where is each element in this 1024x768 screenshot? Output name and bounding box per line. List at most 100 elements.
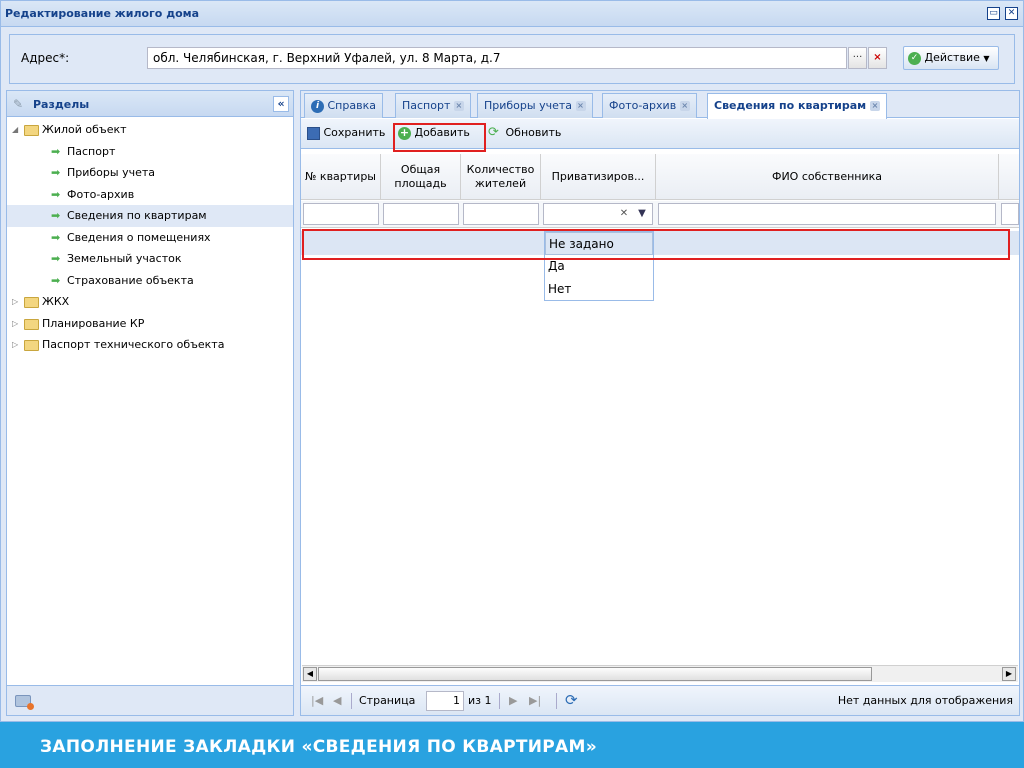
content-panel: i Справка Паспорт × Приборы учета × Фото…: [300, 90, 1020, 716]
apartment-number-filter[interactable]: [303, 203, 379, 225]
save-button[interactable]: Сохранить: [304, 124, 388, 144]
row-highlight: [302, 229, 1010, 260]
tree-node-repair-planning[interactable]: ▷ Планирование КР: [7, 313, 293, 335]
refresh-icon: ⟳: [488, 124, 499, 140]
folder-icon: [24, 318, 39, 330]
tree-node-insurance[interactable]: ➡ Страхование объекта: [7, 270, 293, 292]
tree-node-meters[interactable]: ➡ Приборы учета: [7, 162, 293, 184]
prev-page-icon[interactable]: ◀: [333, 694, 341, 707]
page-number-input[interactable]: 1: [426, 691, 464, 711]
horizontal-scrollbar[interactable]: ◀ ▶: [302, 665, 1018, 682]
close-tab-icon[interactable]: ×: [869, 101, 880, 111]
check-icon: ✓: [908, 51, 921, 65]
expanded-arrow-icon[interactable]: ◢: [12, 119, 22, 140]
total-area-filter[interactable]: [383, 203, 459, 225]
filter-row: ✕ ▼: [301, 201, 1019, 228]
next-page-icon[interactable]: ▶: [509, 694, 517, 707]
action-button[interactable]: ✓ Действие ▼: [903, 46, 999, 70]
chevron-down-icon[interactable]: ▼: [633, 204, 651, 224]
tree-node-label: ЖКХ: [42, 295, 70, 308]
tree-node-land-plot[interactable]: ➡ Земельный участок: [7, 248, 293, 270]
close-button[interactable]: ✕: [1005, 7, 1018, 20]
green-arrow-icon: ➡: [51, 252, 61, 265]
maximize-button[interactable]: ▭: [987, 7, 1000, 20]
tab-label: Фото-архив: [609, 99, 677, 112]
tab-photo-archive[interactable]: Фото-архив ×: [602, 93, 697, 118]
action-button-label: Действие: [924, 51, 980, 64]
close-tab-icon[interactable]: ×: [453, 101, 464, 111]
privatized-filter-combo[interactable]: ✕ ▼: [543, 203, 653, 225]
window-title: Редактирование жилого дома: [5, 7, 200, 20]
edit-house-window: Редактирование жилого дома ▭ ✕ Адрес*: о…: [0, 0, 1024, 722]
address-field[interactable]: обл. Челябинская, г. Верхний Уфалей, ул.…: [147, 47, 847, 69]
column-header-owner-name[interactable]: ФИО собственника: [656, 154, 999, 200]
tree-node-label: Сведения о помещениях: [67, 230, 211, 244]
tree-node-passport[interactable]: ➡ Паспорт: [7, 141, 293, 163]
residents-count-filter[interactable]: [463, 203, 539, 225]
green-arrow-icon: ➡: [51, 187, 61, 201]
save-button-label: Сохранить: [323, 126, 386, 139]
sections-tree: ◢ Жилой объект ➡ Паспорт ➡ Приборы учета…: [7, 119, 293, 356]
address-select-button[interactable]: ···: [848, 47, 867, 69]
tab-passport[interactable]: Паспорт ×: [395, 93, 471, 118]
scroll-right-icon[interactable]: ▶: [1002, 667, 1016, 681]
owner-name-filter[interactable]: [658, 203, 996, 225]
clear-filter-icon[interactable]: ✕: [615, 204, 633, 224]
window-titlebar: Редактирование жилого дома ▭ ✕: [1, 1, 1023, 27]
floppy-disk-icon: [307, 126, 320, 140]
refresh-icon[interactable]: ⟳: [565, 691, 578, 709]
folder-icon: [24, 340, 39, 351]
option-no[interactable]: Нет: [545, 278, 653, 301]
banner-title: ЗАПОЛНЕНИЕ ЗАКЛАДКИ «СВЕДЕНИЯ ПО КВАРТИР…: [40, 737, 597, 757]
column-header-privatized[interactable]: Приватизиров...: [541, 154, 656, 200]
pager-status: Нет данных для отображения: [837, 694, 1013, 707]
refresh-button[interactable]: ⟳ Обновить: [485, 124, 564, 144]
green-arrow-icon: ➡: [51, 230, 61, 244]
page-count-label: из 1: [468, 694, 492, 707]
tree-node-housing[interactable]: ▷ ЖКХ: [7, 291, 293, 313]
tree-node-label: Паспорт технического объекта: [42, 338, 225, 351]
close-tab-icon[interactable]: ×: [575, 101, 586, 111]
sections-icon: ✎: [13, 97, 24, 111]
address-label: Адрес*:: [21, 51, 70, 65]
tree-node-residential-object[interactable]: ◢ Жилой объект: [7, 119, 293, 141]
tab-label: Паспорт: [402, 99, 451, 112]
slide-banner: ЗАПОЛНЕНИЕ ЗАКЛАДКИ «СВЕДЕНИЯ ПО КВАРТИР…: [0, 722, 1024, 768]
collapsed-arrow-icon[interactable]: ▷: [12, 334, 22, 355]
collapse-panel-button[interactable]: «: [273, 96, 289, 112]
tree-node-premises-info[interactable]: ➡ Сведения о помещениях: [7, 227, 293, 249]
tab-apartments-info[interactable]: Сведения по квартирам ×: [707, 93, 887, 119]
collapsed-arrow-icon[interactable]: ▷: [12, 313, 22, 334]
close-tab-icon[interactable]: ×: [679, 101, 690, 111]
tree-node-label: Жилой объект: [42, 123, 127, 136]
sections-header: ✎ Разделы «: [7, 91, 293, 117]
pager: |◀ ◀ Страница 1 из 1 ▶ ▶| ⟳ Нет данных д…: [301, 685, 1019, 715]
folder-icon: [24, 125, 39, 136]
tab-meters[interactable]: Приборы учета ×: [477, 93, 593, 118]
tree-node-photo-archive[interactable]: ➡ Фото-архив: [7, 184, 293, 206]
tree-node-label: Приборы учета: [67, 166, 156, 179]
column-header-residents-count[interactable]: Количество жителей: [461, 154, 541, 200]
scroll-left-icon[interactable]: ◀: [303, 667, 317, 681]
tab-strip: i Справка Паспорт × Приборы учета × Фото…: [301, 91, 1019, 119]
tab-label: Справка: [327, 99, 376, 112]
dropdown-arrow-icon: ▼: [983, 54, 990, 63]
pager-separator: [351, 693, 352, 709]
column-header-apartment-number[interactable]: № квартиры: [301, 154, 381, 200]
last-page-icon[interactable]: ▶|: [529, 694, 541, 707]
tree-node-technical-passport[interactable]: ▷ Паспорт технического объекта: [7, 334, 293, 356]
collapsed-arrow-icon[interactable]: ▷: [12, 291, 22, 312]
tree-node-apartments-info[interactable]: ➡ Сведения по квартирам: [7, 205, 293, 227]
address-clear-button[interactable]: ×: [868, 47, 887, 69]
extra-column-filter[interactable]: [1001, 203, 1019, 225]
tree-node-label: Сведения по квартирам: [67, 209, 207, 222]
pager-separator: [556, 693, 557, 709]
tab-help[interactable]: i Справка: [304, 93, 383, 118]
green-arrow-icon: ➡: [51, 166, 61, 179]
add-button-highlight: [393, 123, 486, 152]
settings-icon[interactable]: [15, 695, 34, 710]
sections-panel: ✎ Разделы « ◢ Жилой объект ➡ Паспорт ➡ П…: [6, 90, 294, 716]
column-header-total-area[interactable]: Общая площадь: [381, 154, 461, 200]
first-page-icon[interactable]: |◀: [311, 694, 323, 707]
scrollbar-thumb[interactable]: [318, 667, 872, 681]
